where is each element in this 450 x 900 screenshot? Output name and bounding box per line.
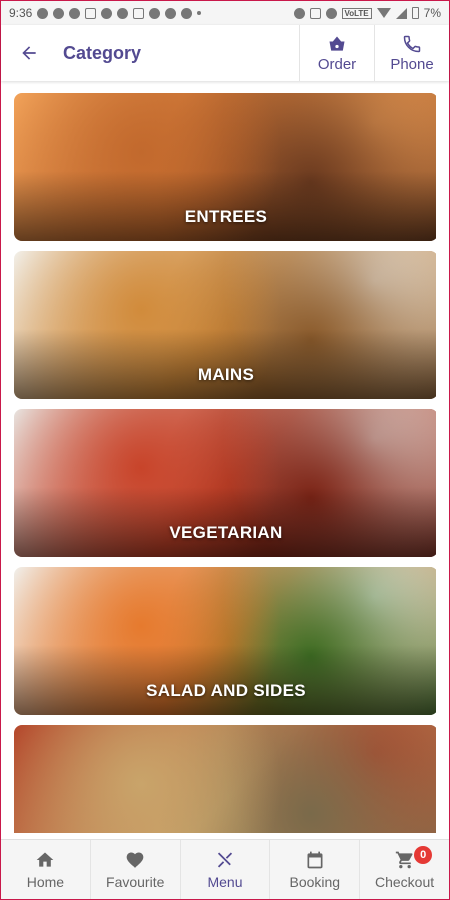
battery-level: 7% xyxy=(423,6,441,20)
app-header: Category Order Phone xyxy=(1,25,449,81)
cart-count-badge: 0 xyxy=(414,846,433,864)
alarm-icon xyxy=(293,7,305,19)
nav-booking[interactable]: Booking xyxy=(270,840,361,899)
facebook-icon xyxy=(53,7,65,19)
wifi-icon xyxy=(376,8,391,18)
nav-label-checkout: Checkout xyxy=(375,873,435,890)
order-label: Order xyxy=(317,55,357,73)
bottom-nav: Home Favourite Menu Booking Checkout 0 xyxy=(1,839,449,899)
messenger-icon xyxy=(69,7,81,19)
utensils-icon xyxy=(217,852,233,867)
status-left: 9:36 xyxy=(9,6,202,20)
notification-icon xyxy=(85,7,97,19)
image-overlay xyxy=(14,171,436,241)
status-bar: 9:36 VoLTE 7% xyxy=(1,1,449,25)
order-button[interactable]: Order xyxy=(299,25,374,81)
cart-icon xyxy=(395,851,413,868)
category-card-vegetarian[interactable]: VEGETARIAN xyxy=(14,409,436,557)
nav-checkout[interactable]: Checkout 0 xyxy=(360,840,449,899)
instagram-icon xyxy=(133,7,145,19)
nav-label-booking: Booking xyxy=(289,873,341,890)
facebook-icon-3 xyxy=(117,7,129,19)
basket-icon xyxy=(329,36,345,51)
category-label: ENTREES xyxy=(184,207,268,226)
volte-badge: VoLTE xyxy=(341,7,372,19)
image-overlay xyxy=(14,487,436,557)
signal-icon xyxy=(395,7,407,19)
phone-label: Phone xyxy=(390,55,434,73)
phone-icon xyxy=(403,35,421,52)
category-label: VEGETARIAN xyxy=(169,523,283,542)
status-time: 9:36 xyxy=(9,6,33,20)
page-title: Category xyxy=(63,42,142,63)
category-image xyxy=(14,725,436,833)
vibrate-icon xyxy=(309,7,321,19)
hotspot-icon xyxy=(325,7,337,19)
nav-label-favourite: Favourite xyxy=(106,873,165,890)
category-card-breads[interactable] xyxy=(14,725,436,833)
category-card-entrees[interactable]: ENTREES xyxy=(14,93,436,241)
category-card-mains[interactable]: MAINS xyxy=(14,251,436,399)
category-label: MAINS xyxy=(197,365,255,384)
snapchat-icon xyxy=(149,7,161,19)
category-list: ENTREES MAINS VEGETARIAN SALAD AND SIDES xyxy=(14,93,436,833)
calendar-icon xyxy=(307,851,323,868)
snapchat-icon-2 xyxy=(165,7,177,19)
facebook-icon-2 xyxy=(101,7,113,19)
arrow-left-icon xyxy=(22,46,36,60)
status-right: VoLTE 7% xyxy=(293,6,441,20)
nav-home[interactable]: Home xyxy=(1,840,91,899)
dot-icon xyxy=(197,11,202,15)
phone-button[interactable]: Phone xyxy=(374,25,449,81)
home-icon xyxy=(37,852,54,867)
nav-favourite[interactable]: Favourite xyxy=(91,840,181,899)
back-button[interactable] xyxy=(1,25,57,81)
category-label: SALAD AND SIDES xyxy=(146,681,306,700)
nav-label-home: Home xyxy=(26,873,65,890)
battery-icon xyxy=(411,7,419,19)
nav-label-menu: Menu xyxy=(207,873,243,890)
nav-menu[interactable]: Menu xyxy=(181,840,271,899)
category-card-salad-and-sides[interactable]: SALAD AND SIDES xyxy=(14,567,436,715)
snapchat-icon-3 xyxy=(181,7,193,19)
whatsapp-icon xyxy=(37,7,49,19)
image-overlay xyxy=(14,329,436,399)
image-overlay xyxy=(14,645,436,715)
heart-icon xyxy=(126,852,144,868)
